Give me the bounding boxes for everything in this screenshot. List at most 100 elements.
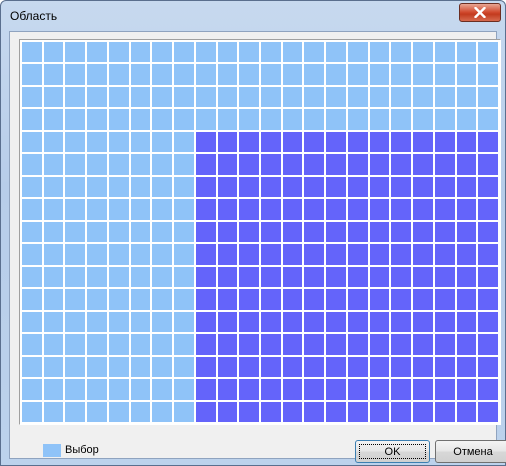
grid-cell-selected[interactable] xyxy=(478,402,498,422)
grid-cell-selected[interactable] xyxy=(196,289,216,310)
grid-cell-selected[interactable] xyxy=(478,199,498,220)
grid-cell[interactable] xyxy=(174,64,194,85)
grid-cell-selected[interactable] xyxy=(457,402,476,422)
grid-cell[interactable] xyxy=(196,64,216,85)
grid-cell-selected[interactable] xyxy=(261,402,281,422)
grid-cell[interactable] xyxy=(174,154,194,175)
grid-cell-selected[interactable] xyxy=(413,267,433,287)
grid-cell-selected[interactable] xyxy=(391,402,411,422)
grid-cell[interactable] xyxy=(152,244,172,265)
grid-cell[interactable] xyxy=(261,109,281,130)
grid-cell[interactable] xyxy=(174,109,194,130)
grid-cell[interactable] xyxy=(370,109,389,130)
grid-cell-selected[interactable] xyxy=(478,244,498,265)
grid-cell-selected[interactable] xyxy=(239,244,259,265)
grid-cell[interactable] xyxy=(152,199,172,220)
grid-cell[interactable] xyxy=(131,289,150,310)
grid-cell[interactable] xyxy=(457,87,476,107)
grid-cell[interactable] xyxy=(152,334,172,355)
grid-cell[interactable] xyxy=(152,312,172,332)
grid-cell[interactable] xyxy=(44,334,63,355)
grid-cell[interactable] xyxy=(87,199,107,220)
grid-cell[interactable] xyxy=(326,87,346,107)
grid-cell[interactable] xyxy=(131,109,150,130)
grid-cell-selected[interactable] xyxy=(283,222,302,242)
grid-cell[interactable] xyxy=(44,177,63,197)
grid-cell[interactable] xyxy=(65,379,85,400)
grid-cell[interactable] xyxy=(87,244,107,265)
grid-cell-selected[interactable] xyxy=(196,379,216,400)
grid-cell-selected[interactable] xyxy=(348,402,368,422)
grid-cell[interactable] xyxy=(87,42,107,62)
grid-cell-selected[interactable] xyxy=(218,402,237,422)
grid-cell-selected[interactable] xyxy=(348,312,368,332)
grid-cell-selected[interactable] xyxy=(457,132,476,152)
grid-cell[interactable] xyxy=(44,109,63,130)
grid-cell-selected[interactable] xyxy=(391,199,411,220)
grid-cell[interactable] xyxy=(478,109,498,130)
grid-cell-selected[interactable] xyxy=(283,199,302,220)
cancel-button[interactable]: Отмена xyxy=(435,440,506,463)
grid-cell[interactable] xyxy=(370,64,389,85)
grid-cell[interactable] xyxy=(152,357,172,377)
grid-cell-selected[interactable] xyxy=(326,267,346,287)
grid-cell-selected[interactable] xyxy=(326,199,346,220)
grid-cell[interactable] xyxy=(22,87,42,107)
grid-cell-selected[interactable] xyxy=(196,177,216,197)
grid-cell[interactable] xyxy=(152,87,172,107)
grid-cell[interactable] xyxy=(131,199,150,220)
grid-cell-selected[interactable] xyxy=(413,177,433,197)
grid-cell[interactable] xyxy=(131,222,150,242)
grid-cell-selected[interactable] xyxy=(196,312,216,332)
grid-cell-selected[interactable] xyxy=(457,357,476,377)
grid-cell-selected[interactable] xyxy=(413,312,433,332)
grid-cell[interactable] xyxy=(196,109,216,130)
grid-cell[interactable] xyxy=(304,109,324,130)
grid-cell-selected[interactable] xyxy=(478,357,498,377)
grid-cell-selected[interactable] xyxy=(370,154,389,175)
grid-cell[interactable] xyxy=(152,42,172,62)
grid-cell-selected[interactable] xyxy=(196,244,216,265)
grid-cell-selected[interactable] xyxy=(261,334,281,355)
grid-cell[interactable] xyxy=(413,109,433,130)
grid-cell[interactable] xyxy=(109,289,129,310)
grid-cell[interactable] xyxy=(109,379,129,400)
grid-cell-selected[interactable] xyxy=(283,334,302,355)
grid-cell[interactable] xyxy=(65,64,85,85)
grid-cell-selected[interactable] xyxy=(391,334,411,355)
ok-button[interactable]: OK xyxy=(355,440,430,463)
grid-cell[interactable] xyxy=(435,42,455,62)
grid-cell-selected[interactable] xyxy=(348,177,368,197)
grid-cell-selected[interactable] xyxy=(261,357,281,377)
grid-cell[interactable] xyxy=(22,379,42,400)
grid-cell-selected[interactable] xyxy=(370,199,389,220)
grid-cell[interactable] xyxy=(65,312,85,332)
grid-cell[interactable] xyxy=(391,109,411,130)
grid-cell[interactable] xyxy=(304,87,324,107)
grid-cell-selected[interactable] xyxy=(391,244,411,265)
grid-cell[interactable] xyxy=(109,334,129,355)
grid-cell[interactable] xyxy=(65,402,85,422)
grid-cell[interactable] xyxy=(218,109,237,130)
grid-cell-selected[interactable] xyxy=(391,222,411,242)
grid-cell[interactable] xyxy=(131,64,150,85)
grid-cell-selected[interactable] xyxy=(304,244,324,265)
grid-cell-selected[interactable] xyxy=(370,222,389,242)
grid-cell-selected[interactable] xyxy=(196,199,216,220)
grid-cell[interactable] xyxy=(109,42,129,62)
area-grid[interactable] xyxy=(19,39,501,425)
grid-cell-selected[interactable] xyxy=(283,267,302,287)
grid-cell[interactable] xyxy=(478,42,498,62)
grid-cell[interactable] xyxy=(44,402,63,422)
grid-cell-selected[interactable] xyxy=(370,334,389,355)
grid-cell-selected[interactable] xyxy=(304,402,324,422)
grid-cell-selected[interactable] xyxy=(413,289,433,310)
grid-cell[interactable] xyxy=(326,64,346,85)
grid-cell-selected[interactable] xyxy=(478,289,498,310)
grid-cell-selected[interactable] xyxy=(370,357,389,377)
grid-cell[interactable] xyxy=(152,267,172,287)
grid-cell[interactable] xyxy=(87,379,107,400)
grid-cell-selected[interactable] xyxy=(478,334,498,355)
grid-cell-selected[interactable] xyxy=(348,154,368,175)
grid-cell-selected[interactable] xyxy=(435,357,455,377)
